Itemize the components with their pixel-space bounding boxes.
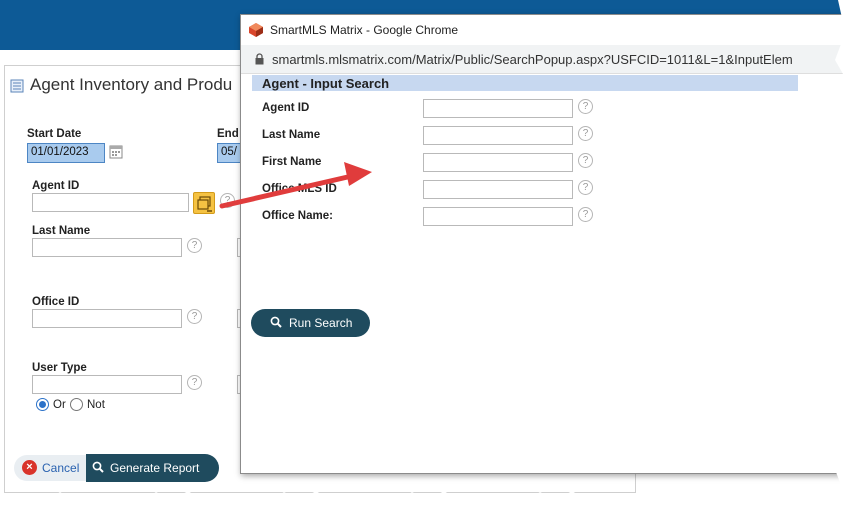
office-id-label: Office ID [32,296,80,308]
last-name-input[interactable] [32,238,182,257]
popup-first-name-input[interactable] [423,153,573,172]
start-date-input[interactable]: 01/01/2023 [27,143,105,163]
popup-first-name-help-icon[interactable]: ? [578,153,593,168]
popup-last-name-input[interactable] [423,126,573,145]
report-title: Agent Inventory and Produ [30,75,233,94]
run-search-label[interactable]: Run Search [289,316,352,330]
popup-office-mls-id-label: Office MLS ID [262,183,337,195]
office-id-help-icon[interactable]: ? [187,309,202,324]
popup-agent-id-input[interactable] [423,99,573,118]
torn-edge-bottom [0,491,853,526]
popup-last-name-label: Last Name [262,129,321,141]
start-date-label: Start Date [27,128,82,140]
radio-or-label: Or [53,399,66,411]
search-icon [92,461,104,473]
popup-office-name-help-icon[interactable]: ? [578,207,593,222]
section-title: Agent - Input Search [262,76,390,91]
office-id-input[interactable] [32,309,182,328]
popup-office-name-input[interactable] [423,207,573,226]
last-name-help-icon[interactable]: ? [187,238,202,253]
end-date-input[interactable]: 05/ [217,143,241,163]
user-type-label: User Type [32,362,87,374]
calendar-icon[interactable] [109,144,123,159]
url-text[interactable]: smartmls.mlsmatrix.com/Matrix/Public/Sea… [272,52,832,67]
last-name-label: Last Name [32,225,91,237]
user-type-input[interactable] [32,375,182,394]
popup-office-mls-id-input[interactable] [423,180,573,199]
user-type-help-icon[interactable]: ? [187,375,202,390]
report-document-icon [10,79,24,93]
end-date-label: End [217,128,239,140]
agent-id-help-icon[interactable]: ? [220,193,235,208]
agent-id-label: Agent ID [32,180,80,192]
run-search-icon [270,316,282,328]
popup-agent-id-label: Agent ID [262,102,310,114]
popup-office-mls-id-help-icon[interactable]: ? [578,180,593,195]
lock-icon [255,53,264,65]
popup-agent-id-help-icon[interactable]: ? [578,99,593,114]
lookup-windows-icon [197,196,212,212]
popup-first-name-label: First Name [262,156,322,168]
smartmls-logo-icon [249,23,263,37]
radio-or[interactable] [36,398,49,411]
lookup-popup-button[interactable] [193,192,215,214]
popup-last-name-help-icon[interactable]: ? [578,126,593,141]
agent-id-input[interactable] [32,193,189,212]
window-title: SmartMLS Matrix - Google Chrome [270,23,459,37]
generate-report-label[interactable]: Generate Report [110,461,199,475]
popup-office-name-label: Office Name: [262,210,333,222]
cancel-x-icon: × [22,460,37,475]
radio-not-label: Not [87,399,105,411]
cancel-button-label[interactable]: Cancel [42,461,79,475]
radio-not[interactable] [70,398,83,411]
